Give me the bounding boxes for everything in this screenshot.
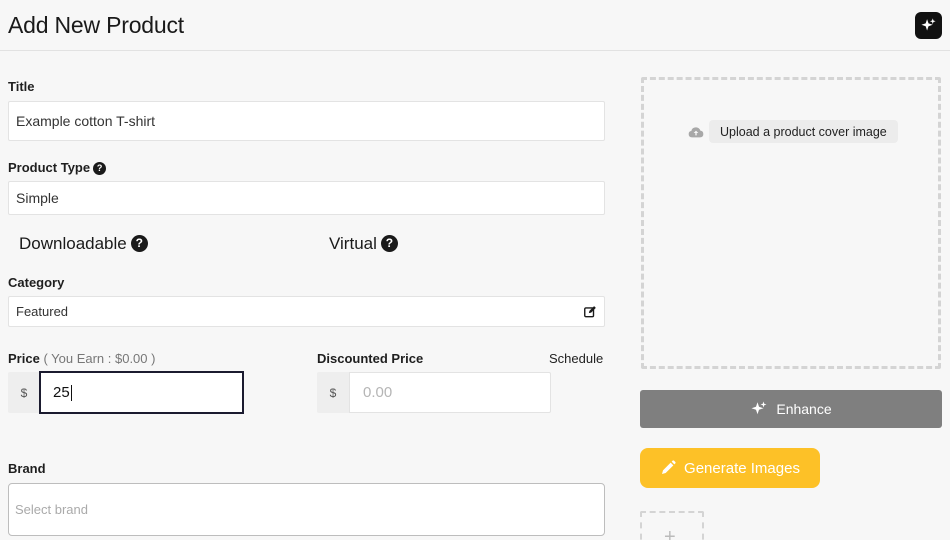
help-icon[interactable]: ? xyxy=(380,235,398,252)
price-label: Price ( You Earn : $0.00 ) xyxy=(8,351,156,366)
generate-images-label: Generate Images xyxy=(684,459,800,477)
price-currency: $ xyxy=(8,372,40,413)
price-value: 25 xyxy=(53,384,70,401)
title-label: Title xyxy=(8,79,35,94)
pencil-icon xyxy=(662,460,676,474)
sparkle-icon xyxy=(751,401,767,415)
virtual-option[interactable]: Virtual? xyxy=(329,234,398,254)
discount-placeholder: 0.00 xyxy=(363,384,393,401)
discounted-price-input[interactable]: 0.00 xyxy=(349,372,551,413)
category-field[interactable]: Featured xyxy=(8,296,605,327)
text-caret xyxy=(70,384,72,401)
plus-icon: + xyxy=(664,526,676,540)
downloadable-option[interactable]: Downloadable? xyxy=(19,234,148,254)
earn-note: ( You Earn : $0.00 ) xyxy=(43,351,156,366)
category-value: Featured xyxy=(16,304,69,319)
ai-assist-button[interactable] xyxy=(915,12,942,39)
generate-images-button[interactable]: Generate Images xyxy=(640,448,820,488)
product-type-value: Simple xyxy=(16,190,59,206)
page-header: Add New Product xyxy=(0,0,950,51)
discount-currency: $ xyxy=(317,372,349,413)
discounted-price-label: Discounted Price xyxy=(317,351,424,366)
product-type-label: Product Type? xyxy=(8,160,107,175)
help-icon[interactable]: ? xyxy=(93,162,107,175)
title-value: Example cotton T-shirt xyxy=(16,113,156,129)
upload-cover-button[interactable]: Upload a product cover image xyxy=(709,120,898,143)
enhance-label: Enhance xyxy=(776,401,832,417)
category-label: Category xyxy=(8,275,65,290)
schedule-link[interactable]: Schedule xyxy=(549,351,603,366)
cloud-upload-icon xyxy=(688,127,704,138)
title-input[interactable]: Example cotton T-shirt xyxy=(8,101,605,141)
enhance-button[interactable]: Enhance xyxy=(640,390,942,428)
cover-image-dropzone[interactable]: Upload a product cover image xyxy=(641,77,941,369)
page-title: Add New Product xyxy=(8,12,184,38)
add-image-tile[interactable]: + xyxy=(640,511,704,540)
brand-placeholder: Select brand xyxy=(15,502,88,517)
brand-label: Brand xyxy=(8,461,46,476)
price-input[interactable]: 25 xyxy=(39,371,244,414)
brand-select[interactable]: Select brand xyxy=(8,483,605,536)
help-icon[interactable]: ? xyxy=(130,235,148,252)
edit-icon[interactable] xyxy=(583,305,597,319)
product-type-select[interactable]: Simple xyxy=(8,181,605,215)
sparkle-icon xyxy=(921,18,936,31)
